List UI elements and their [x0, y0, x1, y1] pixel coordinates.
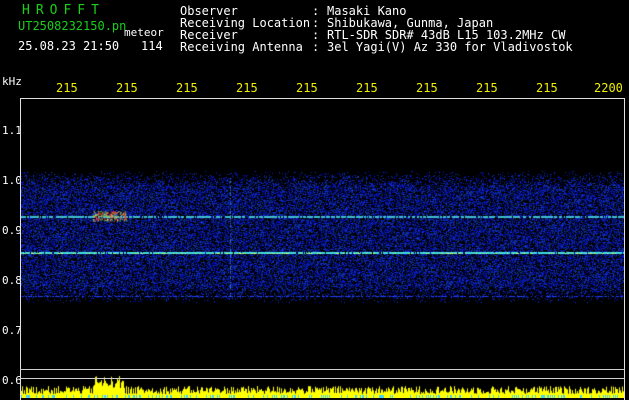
plot-frame-right — [624, 98, 625, 400]
x-tick-label: 215 — [176, 81, 198, 95]
file-name: UT2508232150.pn — [18, 19, 127, 33]
x-tick-label: 215 — [56, 81, 78, 95]
x-tick-label: 215 — [476, 81, 498, 95]
observation-datetime: 25.08.23 21:50 — [18, 39, 120, 53]
antenna-value: 3el Yagi(V) Az 330 for Vladivostok — [327, 40, 573, 54]
y-tick-label: 0.8 — [2, 274, 22, 287]
app-title: HROFFT — [22, 3, 105, 18]
separator-line — [20, 378, 625, 379]
antenna-sep: : — [312, 40, 320, 54]
x-tick-label: 2200 — [594, 81, 623, 95]
y-tick-label: 0.9 — [2, 224, 22, 237]
spectrogram-waterfall — [20, 98, 624, 398]
x-tick-label: 215 — [356, 81, 378, 95]
y-tick-label: 0.6 — [2, 374, 22, 387]
plot-frame-top — [20, 98, 625, 99]
meteor-label: meteor — [124, 26, 164, 39]
y-axis-unit: kHz — [2, 75, 22, 88]
y-tick-label: 1.0 — [2, 174, 22, 187]
y-tick-label: 0.7 — [2, 324, 22, 337]
antenna-label: Receiving Antenna — [180, 40, 303, 54]
hrofft-window: HROFFT UT2508232150.pn meteor 25.08.23 2… — [0, 0, 629, 400]
x-tick-label: 215 — [116, 81, 138, 95]
x-tick-label: 215 — [416, 81, 438, 95]
x-tick-label: 215 — [296, 81, 318, 95]
x-tick-label: 215 — [236, 81, 258, 95]
meteor-count: 114 — [141, 39, 163, 53]
plot-frame-left — [20, 98, 21, 400]
x-tick-label: 215 — [536, 81, 558, 95]
y-tick-label: 1.1 — [2, 124, 22, 137]
separator-line — [20, 369, 625, 370]
